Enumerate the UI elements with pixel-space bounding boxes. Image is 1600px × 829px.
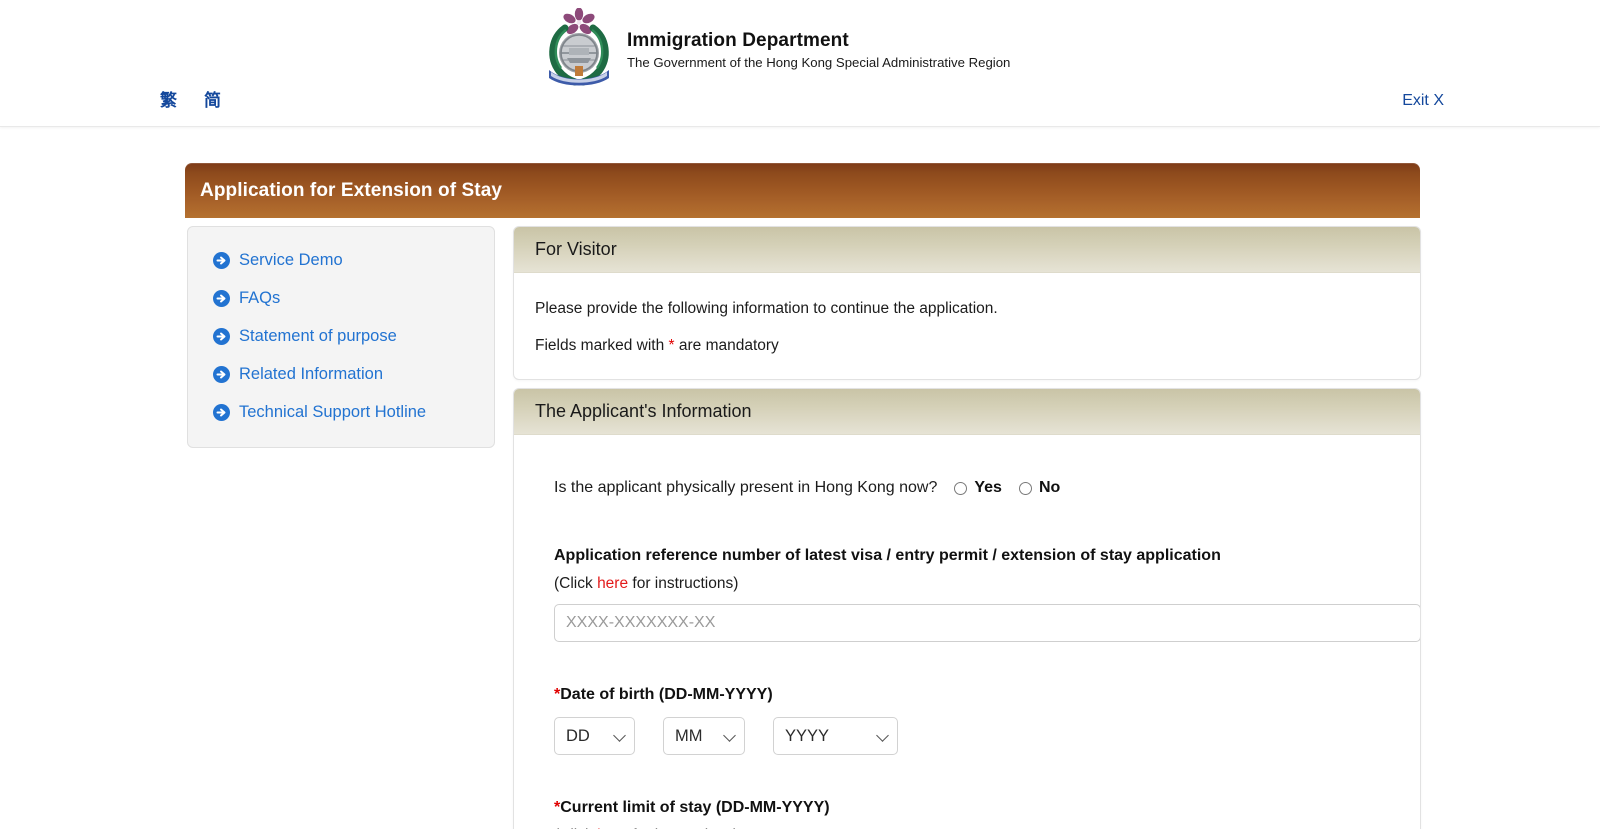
brand-subtitle: The Government of the Hong Kong Special … <box>627 54 1011 70</box>
applicant-information-heading: The Applicant's Information <box>535 401 752 421</box>
page-title: Application for Extension of Stay <box>200 179 503 201</box>
hk-immigration-department-emblem-icon <box>543 8 615 88</box>
chevron-down-icon <box>723 729 736 742</box>
date-of-birth-field-block: *Date of birth (DD-MM-YYYY) DD MM YYYY <box>535 684 1399 755</box>
date-of-birth-year-value: YYYY <box>785 726 830 745</box>
brand-title: Immigration Department <box>627 30 849 51</box>
instructions-link[interactable]: here <box>597 575 628 592</box>
radio-button-icon[interactable] <box>954 481 968 495</box>
sidebar-item-label: Statement of purpose <box>239 327 397 345</box>
sidebar-item-related-information[interactable]: Related Information <box>188 355 494 393</box>
current-limit-of-stay-label: *Current limit of stay (DD-MM-YYYY) <box>554 797 1399 819</box>
radio-button-icon[interactable] <box>1018 481 1032 495</box>
chevron-down-icon <box>613 729 626 742</box>
arrow-circle-right-icon <box>213 289 230 307</box>
sidebar-item-label: Technical Support Hotline <box>239 403 427 421</box>
date-of-birth-day-select[interactable]: DD <box>554 717 635 755</box>
for-visitor-panel-header: For Visitor <box>514 227 1420 273</box>
sidebar-item-label: Service Demo <box>239 251 343 269</box>
sidebar-item-statement-of-purpose[interactable]: Statement of purpose <box>188 317 494 355</box>
application-reference-label: Application reference number of latest v… <box>554 547 1221 564</box>
date-of-birth-day-value: DD <box>566 726 590 745</box>
sidebar-item-technical-support-hotline[interactable]: Technical Support Hotline <box>188 393 494 431</box>
sidebar-item-label: Related Information <box>239 365 383 383</box>
arrow-circle-right-icon <box>213 365 230 383</box>
presence-yes-option[interactable]: Yes <box>954 479 1002 497</box>
applicant-information-panel-body: Is the applicant physically present in H… <box>514 435 1420 829</box>
presence-yes-label: Yes <box>974 479 1002 496</box>
date-of-birth-label: *Date of birth (DD-MM-YYYY) <box>554 684 1399 706</box>
arrow-circle-right-icon <box>213 327 230 345</box>
presence-question-label: Is the applicant physically present in H… <box>554 479 938 496</box>
sidebar-item-label: FAQs <box>239 289 281 307</box>
application-reference-hint: (Click here for instructions) <box>554 573 1399 595</box>
current-limit-of-stay-field-block: *Current limit of stay (DD-MM-YYYY) (Cli… <box>535 797 1399 829</box>
sidebar-item-faqs[interactable]: FAQs <box>188 279 494 317</box>
brand: Immigration Department The Government of… <box>543 8 1010 88</box>
hint-close-text: for instructions) <box>628 575 739 592</box>
presence-question-row: Is the applicant physically present in H… <box>535 479 1399 497</box>
intro-text: Please provide the following information… <box>535 300 998 317</box>
presence-no-option[interactable]: No <box>1018 479 1061 497</box>
date-of-birth-month-value: MM <box>675 726 703 745</box>
current-limit-of-stay-hint: (Click here for instructions) <box>554 825 1399 829</box>
presence-no-label: No <box>1038 479 1061 496</box>
chevron-down-icon <box>876 729 889 742</box>
applicant-information-panel-header: The Applicant's Information <box>514 389 1420 435</box>
lang-traditional-chinese-link[interactable]: 繁 <box>160 90 177 112</box>
sidebar-item-service-demo[interactable]: Service Demo <box>188 241 494 279</box>
date-of-birth-selects: DD MM YYYY <box>554 717 1399 755</box>
date-of-birth-year-select[interactable]: YYYY <box>773 717 898 755</box>
current-limit-of-stay-label-text: Current limit of stay (DD-MM-YYYY) <box>560 799 830 816</box>
mandatory-note-suffix: are mandatory <box>674 337 779 354</box>
application-reference-input[interactable] <box>554 604 1420 642</box>
site-header: Immigration Department The Government of… <box>0 0 1600 127</box>
for-visitor-panel: For Visitor Please provide the following… <box>513 226 1421 380</box>
sidebar-menu: Service Demo FAQs Statement of purpose R… <box>187 226 495 448</box>
applicant-information-panel: The Applicant's Information Is the appli… <box>513 388 1421 829</box>
exit-link[interactable]: Exit X <box>1402 90 1444 112</box>
hint-open-text: (Click <box>554 575 598 592</box>
mandatory-note-prefix: Fields marked with <box>535 337 669 354</box>
date-of-birth-label-text: Date of birth (DD-MM-YYYY) <box>560 686 773 703</box>
for-visitor-panel-body: Please provide the following information… <box>514 273 1420 379</box>
for-visitor-heading: For Visitor <box>535 239 617 259</box>
arrow-circle-right-icon <box>213 403 230 421</box>
mandatory-note: Fields marked with * are mandatory <box>535 335 1399 357</box>
lang-simplified-chinese-link[interactable]: 简 <box>204 90 221 112</box>
arrow-circle-right-icon <box>213 251 230 269</box>
language-bar: 繁 简 Exit X <box>0 90 1600 124</box>
page-title-banner: Application for Extension of Stay <box>185 163 1420 218</box>
date-of-birth-month-select[interactable]: MM <box>663 717 745 755</box>
application-reference-field-block: Application reference number of latest v… <box>535 545 1420 642</box>
